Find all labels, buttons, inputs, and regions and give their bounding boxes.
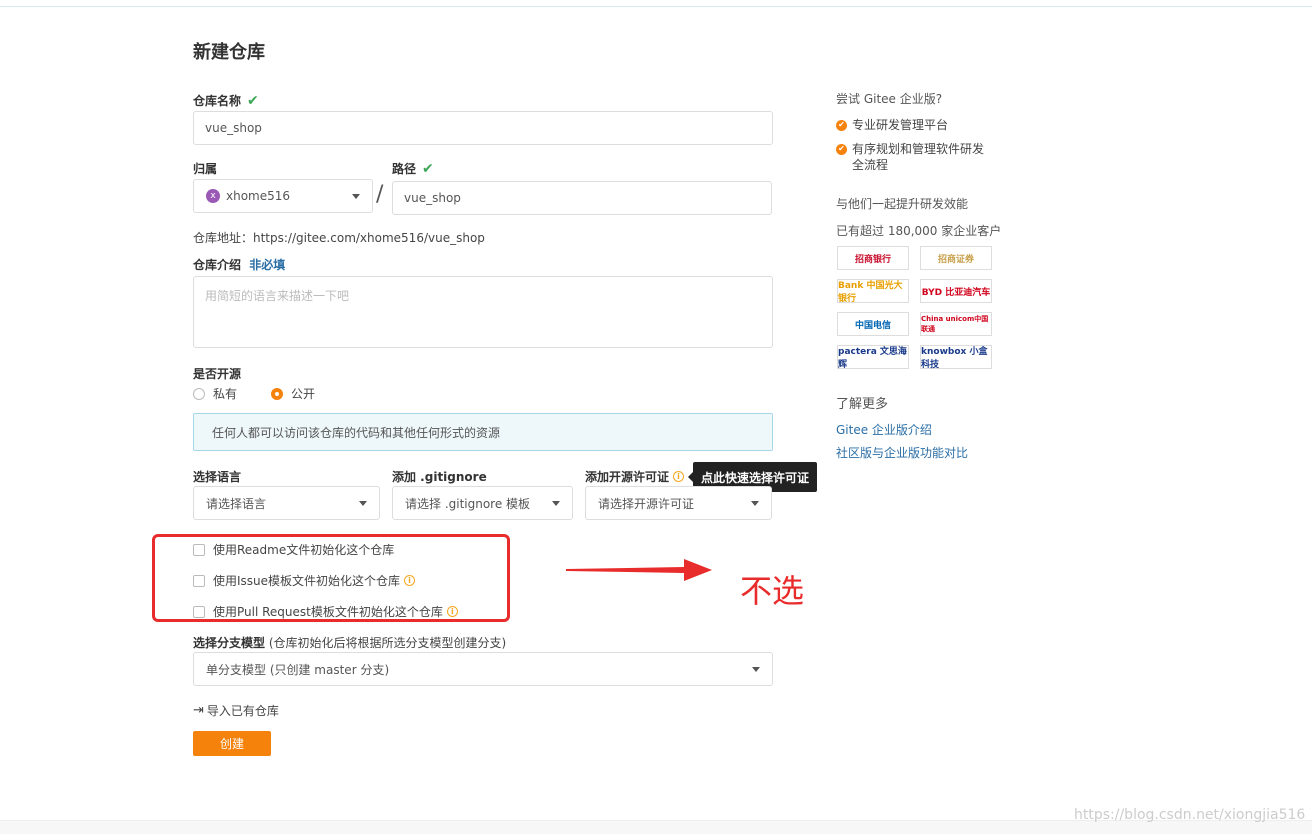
repo-url-text: 仓库地址：https://gitee.com/xhome516/vue_shop (193, 231, 485, 245)
chevron-down-icon (352, 193, 360, 199)
description-label: 仓库介绍 非必填 (193, 258, 286, 272)
logo-telecom: 中国电信 (837, 312, 909, 336)
logo-unicom: China unicom中国联通 (920, 312, 992, 336)
chevron-down-icon (751, 500, 759, 506)
annotation-arrow (566, 559, 712, 581)
owner-value: xhome516 (226, 189, 291, 203)
page-title: 新建仓库 (193, 42, 265, 63)
branch-model-select[interactable]: 单分支模型 (只创建 master 分支) (193, 652, 773, 686)
import-repo-link[interactable]: ⇥ 导入已有仓库 (193, 702, 279, 719)
logo-pactera: pactera 文思海辉 (837, 345, 909, 370)
owner-label: 归属 (193, 162, 218, 176)
top-divider (0, 6, 1312, 7)
check-icon: ✔ (422, 161, 434, 177)
check-icon: ✔ (247, 93, 259, 109)
sidebar-try-title: 尝试 Gitee 企业版? (836, 92, 943, 106)
compare-link[interactable]: 社区版与企业版功能对比 (836, 444, 968, 461)
radio-checked[interactable] (271, 387, 283, 400)
logo-cmb: 招商银行 (837, 246, 909, 270)
optional-tag: 非必填 (249, 258, 286, 272)
logo-cebbank: Bank 中国光大银行 (837, 279, 909, 304)
sidebar-together: 与他们一起提升研发效能 (836, 197, 969, 211)
annotation-box (152, 534, 510, 622)
visibility-notice: 任何人都可以访问该仓库的代码和其他任何形式的资源 (193, 413, 773, 451)
feature-item-continuation: 全流程 (852, 158, 889, 172)
logo-byd: BYD 比亚迪汽车 (920, 279, 992, 303)
check-circle-icon: ✔ (836, 143, 847, 155)
annotation-text: 不选 (740, 572, 805, 610)
feature-item: ✔ 有序规划和管理软件研发 (836, 141, 984, 157)
visibility-label: 是否开源 (193, 367, 242, 381)
learn-more-title: 了解更多 (836, 397, 889, 412)
sidebar-customers: 已有超过 180,000 家企业客户 (836, 224, 1002, 238)
repo-name-label: 仓库名称 ✔ (193, 93, 259, 109)
path-input[interactable]: vue_shop (392, 181, 772, 215)
create-button[interactable]: 创建 (193, 731, 271, 756)
chevron-down-icon (752, 666, 760, 672)
license-label: 添加开源许可证 i (585, 468, 685, 485)
feature-item: ✔ 专业研发管理平台 (836, 117, 948, 133)
check-circle-icon: ✔ (836, 119, 847, 131)
info-icon[interactable]: i (673, 471, 685, 482)
public-radio[interactable]: 公开 (271, 385, 315, 402)
language-select[interactable]: 请选择语言 (193, 486, 380, 520)
license-select[interactable]: 请选择开源许可证 (585, 486, 772, 520)
import-icon: ⇥ (193, 703, 204, 718)
branch-model-label: 选择分支模型 (仓库初始化后将根据所选分支模型创建分支) (193, 636, 507, 650)
owner-select[interactable]: x xhome516 (193, 179, 373, 213)
repo-name-input[interactable]: vue_shop (193, 111, 773, 145)
logo-cms: 招商证券 (920, 246, 992, 270)
radio-unchecked[interactable] (193, 387, 205, 400)
chevron-down-icon (552, 500, 560, 506)
enterprise-intro-link[interactable]: Gitee 企业版介绍 (836, 421, 932, 438)
language-label: 选择语言 (193, 470, 242, 484)
avatar: x (206, 189, 220, 203)
gitignore-label: 添加 .gitignore (392, 470, 487, 484)
gitignore-select[interactable]: 请选择 .gitignore 模板 (392, 486, 573, 520)
path-separator: / (376, 182, 384, 207)
chevron-down-icon (359, 500, 367, 506)
logo-knowbox: knowbox 小盒科技 (920, 345, 992, 370)
private-radio[interactable]: 私有 (193, 385, 237, 402)
path-label: 路径 ✔ (392, 161, 434, 177)
description-textarea[interactable]: 用简短的语言来描述一下吧 (193, 276, 773, 348)
watermark: https://blog.csdn.net/xiongjia516 (1074, 807, 1306, 823)
